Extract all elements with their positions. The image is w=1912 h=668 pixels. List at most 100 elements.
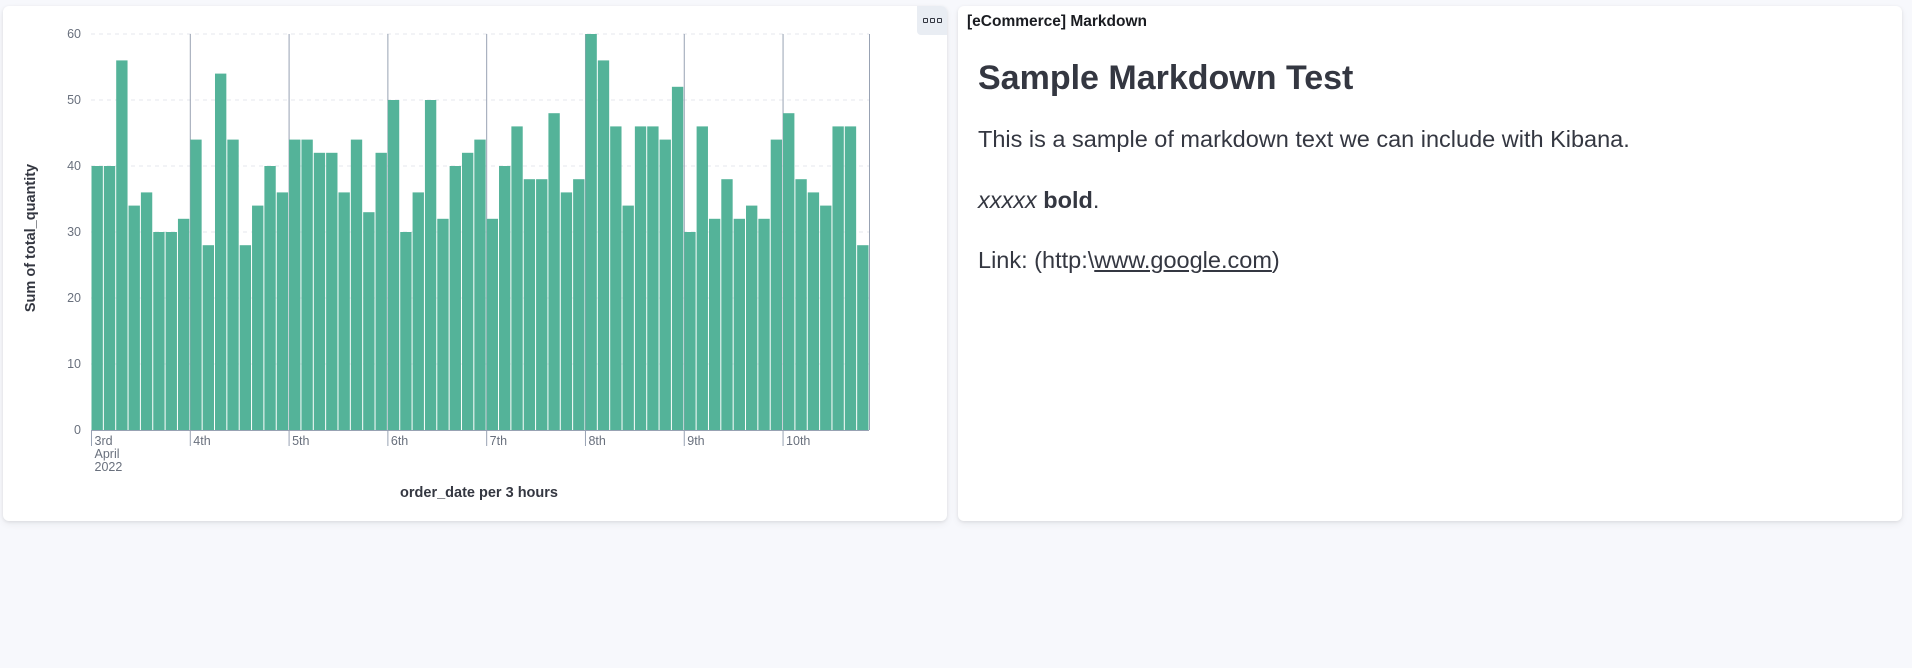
chart-bar[interactable]: [536, 179, 548, 430]
chart-bar[interactable]: [857, 245, 869, 430]
link-suffix: ): [1271, 247, 1280, 274]
chart-bar[interactable]: [622, 205, 634, 430]
chart-bar[interactable]: [795, 179, 807, 430]
chart-bar[interactable]: [573, 179, 585, 430]
chart-bar[interactable]: [560, 192, 573, 430]
chart-bar[interactable]: [610, 126, 622, 431]
chart-bar[interactable]: [684, 232, 696, 430]
x-tick-label: 10th: [786, 434, 810, 448]
chart-bar[interactable]: [338, 192, 350, 430]
chart-bar[interactable]: [449, 166, 461, 430]
x-axis-title: order_date per 3 hours: [400, 485, 558, 501]
y-tick-label: 10: [67, 357, 81, 371]
y-tick-label: 30: [67, 225, 81, 239]
chart-bar[interactable]: [708, 218, 721, 430]
y-axis-title: Sum of total_quantity: [23, 164, 39, 312]
chart-bar[interactable]: [202, 245, 214, 430]
markdown-content: Sample Markdown Test This is a sample of…: [978, 56, 1882, 306]
x-tick-label: 6th: [391, 434, 408, 448]
chart-bar[interactable]: [437, 218, 449, 430]
chart-bar[interactable]: [350, 139, 363, 430]
markdown-link-line: Link: (http:\www.google.com): [978, 245, 1882, 276]
chart-bar[interactable]: [486, 218, 499, 430]
chart-bar[interactable]: [647, 126, 659, 431]
chart-bar[interactable]: [412, 192, 424, 430]
chart-bar[interactable]: [326, 152, 338, 431]
chart-bar[interactable]: [264, 166, 276, 430]
chart-bar[interactable]: [770, 139, 783, 430]
chart-bar[interactable]: [832, 126, 844, 431]
chart-bar[interactable]: [461, 152, 474, 431]
chart-bar[interactable]: [696, 126, 708, 431]
chart-bar[interactable]: [721, 179, 733, 430]
x-tick-label: 5th: [292, 434, 309, 448]
x-tick-label: April: [95, 447, 120, 461]
chart-bar[interactable]: [375, 152, 387, 431]
chart-bar[interactable]: [400, 232, 412, 430]
chart-bar[interactable]: [165, 232, 177, 430]
y-tick-label: 20: [67, 291, 81, 305]
x-tick-label: 2022: [95, 460, 123, 474]
y-tick-label: 60: [67, 27, 81, 41]
panel-options-button[interactable]: [917, 6, 947, 35]
chart-bar[interactable]: [91, 166, 103, 430]
chart-bar[interactable]: [659, 139, 671, 430]
markdown-panel: [eCommerce] Markdown Sample Markdown Tes…: [958, 6, 1902, 521]
chart-bar[interactable]: [424, 100, 437, 430]
y-tick-label: 0: [74, 423, 81, 437]
chart-bar[interactable]: [597, 60, 610, 431]
chart-bar[interactable]: [387, 100, 400, 430]
chart-bar[interactable]: [758, 218, 770, 430]
chart-bar[interactable]: [227, 139, 239, 430]
chart-bar[interactable]: [190, 139, 202, 430]
markdown-heading: Sample Markdown Test: [978, 59, 1354, 97]
chart-bar[interactable]: [499, 166, 511, 430]
x-tick-label: 9th: [687, 434, 704, 448]
chart-bar[interactable]: [153, 232, 165, 430]
google-link[interactable]: www.google.com: [1094, 247, 1272, 273]
bold-suffix: .: [1092, 186, 1100, 213]
chart-bar[interactable]: [511, 126, 523, 431]
chart-bar[interactable]: [289, 139, 301, 430]
bold-text: bold: [1043, 186, 1093, 213]
chart-bar[interactable]: [214, 73, 227, 430]
chart-bar[interactable]: [363, 212, 375, 430]
chart-bar[interactable]: [140, 192, 153, 430]
panel-title: [eCommerce] Markdown: [967, 13, 1148, 30]
chart-bar[interactable]: [276, 192, 289, 430]
chart-bar[interactable]: [844, 126, 857, 431]
y-tick-label: 40: [67, 159, 81, 173]
chart-bar[interactable]: [474, 139, 486, 430]
x-tick-label: 4th: [193, 434, 210, 448]
visualization-panel: 0 10 20 30 40 50 60 3rd April 2022 4th 5th 6th 7th 8th…: [3, 6, 947, 521]
box-menu-icon-dot: [929, 18, 935, 23]
chart-bar[interactable]: [783, 113, 795, 430]
box-menu-icon-dot: [936, 18, 942, 23]
chart-bar[interactable]: [585, 34, 597, 430]
link-prefix: Link: (http:\: [978, 247, 1095, 274]
x-tick-label: 3rd: [95, 434, 113, 448]
chart-bar[interactable]: [116, 60, 128, 431]
chart-bar[interactable]: [252, 205, 264, 430]
chart-bar[interactable]: [523, 179, 536, 430]
chart-bar[interactable]: [103, 166, 116, 430]
chart-bar[interactable]: [634, 126, 647, 431]
chart-bar[interactable]: [820, 205, 832, 430]
y-tick-label: 50: [67, 93, 81, 107]
chart-bars: [91, 34, 869, 431]
chart-bar[interactable]: [733, 218, 746, 430]
box-menu-icon: [922, 18, 928, 23]
chart-bar[interactable]: [807, 192, 820, 430]
bar-chart[interactable]: 0 10 20 30 40 50 60 3rdApril2022 4th 5th 6th 7th 8th…: [3, 6, 947, 521]
chart-bar[interactable]: [177, 218, 190, 430]
x-tick-label: 8th: [588, 434, 605, 448]
chart-bar[interactable]: [239, 245, 252, 430]
chart-bar[interactable]: [128, 205, 140, 430]
chart-bar[interactable]: [671, 86, 684, 431]
markdown-emphasis-line: xxxxx bold.: [978, 185, 1882, 216]
chart-bar[interactable]: [548, 113, 560, 430]
chart-bar[interactable]: [746, 205, 758, 430]
chart-bar[interactable]: [301, 139, 313, 430]
italic-text: xxxxx: [978, 186, 1037, 213]
chart-bar[interactable]: [313, 152, 326, 431]
